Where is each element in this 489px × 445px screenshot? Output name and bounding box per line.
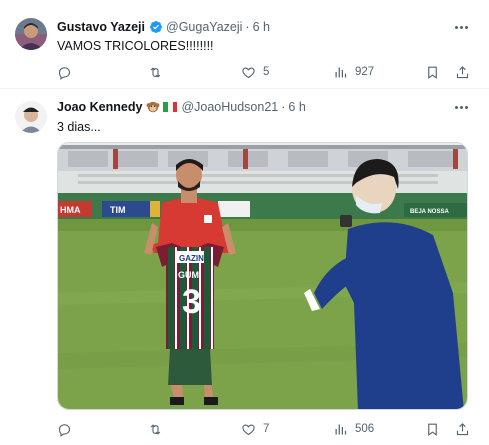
banner-tim-text: TIM <box>110 205 126 215</box>
tweet-photo[interactable]: HMA TIM BEJA NOSSA GAZIN GUM 3 <box>57 142 468 410</box>
banner-right-text: BEJA NOSSA <box>410 209 449 215</box>
timestamp[interactable]: 6 h <box>253 19 270 35</box>
photo-canvas: HMA TIM BEJA NOSSA GAZIN GUM 3 <box>58 143 467 409</box>
tweet-header: Joao Kennedy @JoaoHudson21 · 6 h <box>57 99 306 115</box>
tweet-1[interactable]: Gustavo Yazeji @GugaYazeji · 6 h VAMOS T… <box>0 0 489 88</box>
like-icon <box>242 423 255 435</box>
bookmark-icon <box>428 423 437 436</box>
like-button[interactable]: 5 <box>241 63 269 81</box>
share-icon <box>456 65 469 78</box>
like-button[interactable]: 7 <box>241 420 269 438</box>
tweet-text: 3 dias... <box>57 120 101 134</box>
retweet-button[interactable] <box>148 63 163 81</box>
share-icon <box>456 422 469 435</box>
tweet-header: Gustavo Yazeji @GugaYazeji · 6 h <box>57 19 270 35</box>
timestamp[interactable]: 6 h <box>288 99 305 115</box>
verified-badge-icon <box>150 21 162 33</box>
view-count: 927 <box>355 66 375 78</box>
share-button[interactable] <box>455 63 470 81</box>
bookmark-button[interactable] <box>425 63 440 81</box>
handle[interactable]: @JoaoHudson21 <box>181 99 278 115</box>
tweet-actions: 7 506 <box>57 420 472 438</box>
handle[interactable]: @GugaYazeji <box>166 19 242 35</box>
shirt-sponsor-text: GAZIN <box>179 254 204 263</box>
separator-dot: · <box>281 100 286 114</box>
tweet-actions: 5 927 <box>57 63 472 81</box>
avatar-photo <box>15 101 47 133</box>
bookmark-icon <box>428 66 437 79</box>
more-icon[interactable] <box>452 20 470 34</box>
like-icon <box>242 66 255 78</box>
reply-button[interactable] <box>57 420 72 438</box>
italy-flag-icon <box>163 102 178 112</box>
view-count: 506 <box>355 423 375 435</box>
like-count: 7 <box>263 423 270 435</box>
bookmark-button[interactable] <box>425 420 440 438</box>
separator-dot: · <box>245 20 250 34</box>
avatar[interactable] <box>15 18 47 50</box>
like-count: 5 <box>263 66 270 78</box>
display-name[interactable]: Gustavo Yazeji <box>57 19 145 35</box>
display-name[interactable]: Joao Kennedy <box>57 99 142 115</box>
tweet-text: VAMOS TRICOLORES!!!!!!!! <box>57 39 214 53</box>
retweet-button[interactable] <box>148 420 163 438</box>
more-icon[interactable] <box>452 100 470 114</box>
monkey-emoji-icon <box>147 101 160 113</box>
banner-left-text: HMA <box>60 205 81 215</box>
avatar-photo <box>15 18 47 50</box>
shirt-name-text: GUM <box>178 270 199 280</box>
shirt-number-text: 3 <box>182 283 201 321</box>
reply-icon <box>58 423 71 437</box>
views-icon <box>335 424 347 434</box>
views-button[interactable]: 506 <box>333 420 374 438</box>
reply-button[interactable] <box>57 63 72 81</box>
views-icon <box>335 67 347 77</box>
views-button[interactable]: 927 <box>333 63 374 81</box>
retweet-icon <box>150 66 161 78</box>
retweet-icon <box>150 423 161 435</box>
share-button[interactable] <box>455 420 470 438</box>
avatar[interactable] <box>15 101 47 133</box>
reply-icon <box>58 66 71 80</box>
